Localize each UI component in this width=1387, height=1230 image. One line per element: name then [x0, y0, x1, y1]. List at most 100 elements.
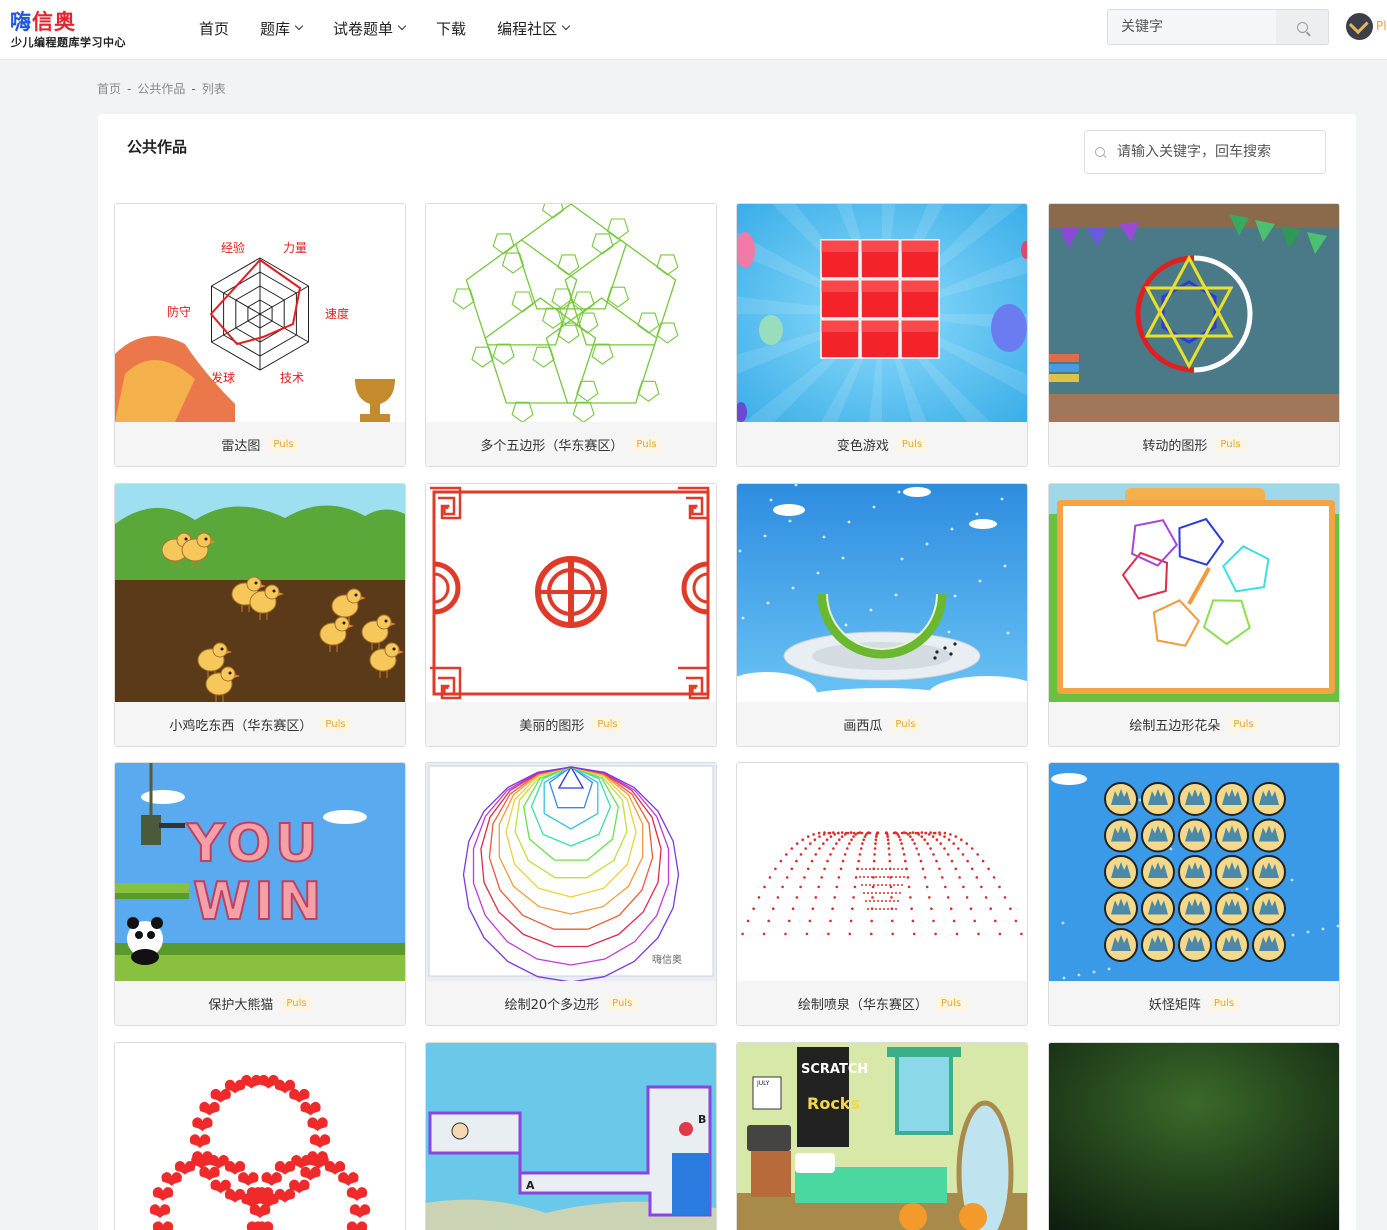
breadcrumb-separator: - — [191, 82, 196, 96]
plus-badge: Puls — [1208, 996, 1240, 1011]
nav-item-1[interactable]: 题库 — [260, 18, 304, 39]
project-card-monsters[interactable]: 妖怪矩阵 Puls — [1048, 762, 1340, 1026]
project-card-hearts[interactable] — [114, 1042, 406, 1230]
project-card-rotating[interactable]: 转动的图形 Puls — [1048, 203, 1340, 467]
project-caption: 小鸡吃东西（华东赛区） Puls — [115, 702, 405, 746]
project-thumbnail[interactable] — [115, 484, 405, 702]
plus-badge: Puls — [320, 717, 351, 732]
works-panel: 公共作品 经验力量速度技术发球防守雷达图Puls多个五边形（华东赛区）Puls变… — [98, 114, 1356, 1230]
project-thumbnail[interactable] — [1049, 204, 1339, 422]
project-card-radar[interactable]: 经验 力量 速度 技术 发球 防守雷达图 Puls — [114, 203, 406, 467]
project-title[interactable]: 保护大熊猫 — [208, 994, 273, 1013]
plus-badge: Puls — [1228, 717, 1259, 732]
works-search-input[interactable] — [1117, 137, 1320, 167]
plus-badge: Puls — [607, 996, 638, 1011]
project-thumbnail[interactable]: SCRATCH Rocks JULY — [737, 1043, 1027, 1230]
project-thumbnail[interactable]: 嗨信奥 — [426, 763, 716, 981]
breadcrumb-home[interactable]: 首页 — [97, 82, 121, 96]
thumbnail-art-panda: YOUWIN — [115, 763, 405, 981]
radar-label-tech: 技术 — [280, 371, 304, 385]
plus-badge: Puls — [268, 437, 299, 452]
thumbnail-art-fountain — [737, 763, 1027, 981]
project-title[interactable]: 多个五边形（华东赛区） — [480, 435, 623, 454]
project-card-maze[interactable]: AB — [425, 1042, 717, 1230]
project-thumbnail[interactable] — [1049, 484, 1339, 702]
vip-avatar-icon[interactable] — [1346, 13, 1373, 40]
project-caption: 变色游戏 Puls — [737, 422, 1027, 466]
project-title[interactable]: 美丽的图形 — [519, 715, 584, 734]
project-title[interactable]: 妖怪矩阵 — [1149, 994, 1201, 1013]
project-thumbnail[interactable]: AB — [426, 1043, 716, 1230]
nav-item-0[interactable]: 首页 — [199, 18, 229, 39]
project-thumbnail[interactable] — [737, 204, 1027, 422]
radar-label-power: 力量 — [283, 241, 307, 255]
nav-item-label: 首页 — [199, 19, 230, 38]
maze-label-b: B — [698, 1113, 706, 1126]
nav-item-3[interactable]: 下载 — [436, 18, 466, 39]
chevron-down-icon — [397, 21, 407, 31]
user-name-text[interactable]: Pl — [1376, 19, 1387, 33]
project-thumbnail[interactable] — [426, 204, 716, 422]
nav-item-4[interactable]: 编程社区 — [497, 18, 571, 39]
project-caption: 美丽的图形 Puls — [426, 702, 716, 746]
project-card-pattern[interactable]: 美丽的图形 Puls — [425, 483, 717, 747]
project-card-watermelon[interactable]: 画西瓜 Puls — [736, 483, 1028, 747]
project-title[interactable]: 转动的图形 — [1142, 435, 1207, 454]
thumbnail-art-colorgame — [737, 204, 1027, 422]
top-search-box — [1107, 9, 1329, 45]
project-title[interactable]: 画西瓜 — [843, 715, 882, 734]
project-thumbnail[interactable]: YOU WIN — [115, 763, 405, 981]
thumbnail-art-flower — [1049, 484, 1339, 702]
project-card-dark[interactable] — [1048, 1042, 1340, 1230]
nav-item-2[interactable]: 试卷题单 — [333, 18, 407, 39]
project-title[interactable]: 绘制五边形花朵 — [1129, 715, 1220, 734]
project-card-flower[interactable]: 绘制五边形花朵 Puls — [1048, 483, 1340, 747]
project-title[interactable]: 变色游戏 — [837, 435, 889, 454]
plus-badge: Puls — [896, 437, 928, 452]
project-card-chicks[interactable]: 小鸡吃东西（华东赛区） Puls — [114, 483, 406, 747]
project-card-panda[interactable]: YOU WIN 保护大熊猫 Puls — [114, 762, 406, 1026]
thumbnail-art-dark — [1049, 1043, 1339, 1230]
you-win-text-line1: YOU — [186, 814, 321, 874]
thumbnail-art-hearts — [115, 1043, 405, 1230]
project-caption: 绘制喷泉（华东赛区） Puls — [737, 981, 1027, 1025]
project-card-polygons[interactable]: 嗨信奥绘制20个多边形 Puls — [425, 762, 717, 1026]
chevron-down-icon — [294, 21, 304, 31]
polygons-watermark: 嗨信奥 — [652, 953, 682, 966]
thumbnail-art-pattern — [426, 484, 716, 702]
project-card-fountain[interactable]: 绘制喷泉（华东赛区） Puls — [736, 762, 1028, 1026]
calendar-month-text: JULY — [756, 1080, 770, 1087]
project-title[interactable]: 绘制喷泉（华东赛区） — [798, 994, 928, 1013]
top-search-button[interactable] — [1276, 10, 1328, 44]
project-caption: 多个五边形（华东赛区） Puls — [426, 422, 716, 466]
project-thumbnail[interactable] — [737, 484, 1027, 702]
top-search-input[interactable] — [1108, 10, 1276, 44]
thumbnail-art-watermelon — [737, 484, 1027, 702]
project-thumbnail[interactable] — [1049, 763, 1339, 981]
project-card-pentagons[interactable]: 多个五边形（华东赛区） Puls — [425, 203, 717, 467]
search-icon — [1296, 21, 1308, 33]
search-icon — [1095, 147, 1105, 157]
breadcrumb-public-works[interactable]: 公共作品 — [137, 82, 185, 96]
chevron-down-icon — [561, 21, 571, 31]
project-title[interactable]: 小鸡吃东西（华东赛区） — [169, 715, 312, 734]
project-thumbnail[interactable] — [1049, 1043, 1339, 1230]
logo-title: 嗨信奥 — [10, 6, 76, 36]
project-thumbnail[interactable]: 经验 力量 速度 技术 发球 防守 — [115, 204, 405, 422]
project-title[interactable]: 雷达图 — [221, 435, 260, 454]
plus-badge: Puls — [281, 996, 312, 1011]
project-title[interactable]: 绘制20个多边形 — [505, 994, 600, 1013]
project-thumbnail[interactable] — [737, 763, 1027, 981]
plus-badge: Puls — [592, 717, 623, 732]
site-logo[interactable]: 嗨信奥 少儿编程题库学习中心 — [10, 6, 140, 52]
logo-title-part1: 嗨 — [10, 10, 32, 34]
project-thumbnail[interactable] — [426, 484, 716, 702]
thumbnail-art-chicks — [115, 484, 405, 702]
project-card-colorgame[interactable]: 变色游戏 Puls — [736, 203, 1028, 467]
project-card-room[interactable]: SCRATCH Rocks JULY — [736, 1042, 1028, 1230]
project-caption: 转动的图形 Puls — [1049, 422, 1339, 466]
project-thumbnail[interactable] — [115, 1043, 405, 1230]
nav-item-label: 编程社区 — [497, 19, 558, 38]
thumbnail-art-pentagons — [426, 204, 716, 422]
you-win-text-line2: WIN — [193, 872, 325, 932]
